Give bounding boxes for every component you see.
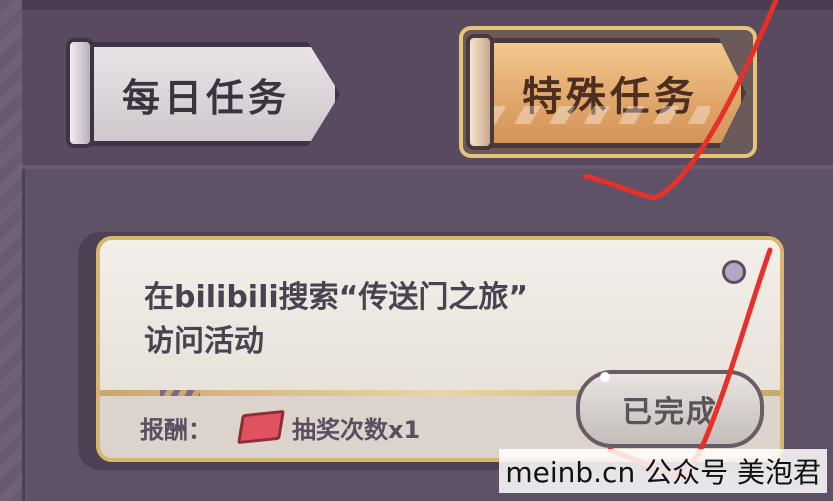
tab-special-tasks-label: 特殊任务 [522,74,698,120]
task-title-line1: 在bilibili搜索“传送门之旅” [144,280,529,315]
button-highlight [600,372,610,382]
completed-button-label: 已完成 [622,395,718,430]
task-card: 在bilibili搜索“传送门之旅” 访问活动 报酬： 抽奖次数x1 已完成 [96,236,784,462]
tab-daily-tasks[interactable]: 每日任务 [72,42,340,146]
game-screen: 每日任务 特殊任务 在bilibili搜索“传送门之旅” 访问活动 报酬： 抽奖… [0,0,833,501]
pin-icon [722,260,746,284]
scroll-roll-decoration [66,38,94,148]
tab-daily-tasks-label: 每日任务 [121,75,290,120]
ticket-icon [237,409,285,445]
watermark: meinb.cn 公众号 美泡君 [499,449,827,493]
task-description: 在bilibili搜索“传送门之旅” 访问活动 [144,276,664,364]
top-edge [22,0,833,10]
reward-label: 报酬： [140,416,212,444]
reward-value: 抽奖次数x1 [292,416,421,444]
scroll-roll-decoration [466,34,494,150]
task-title-line2: 访问活动 [144,324,264,359]
tab-special-tasks[interactable]: 特殊任务 [474,38,746,148]
